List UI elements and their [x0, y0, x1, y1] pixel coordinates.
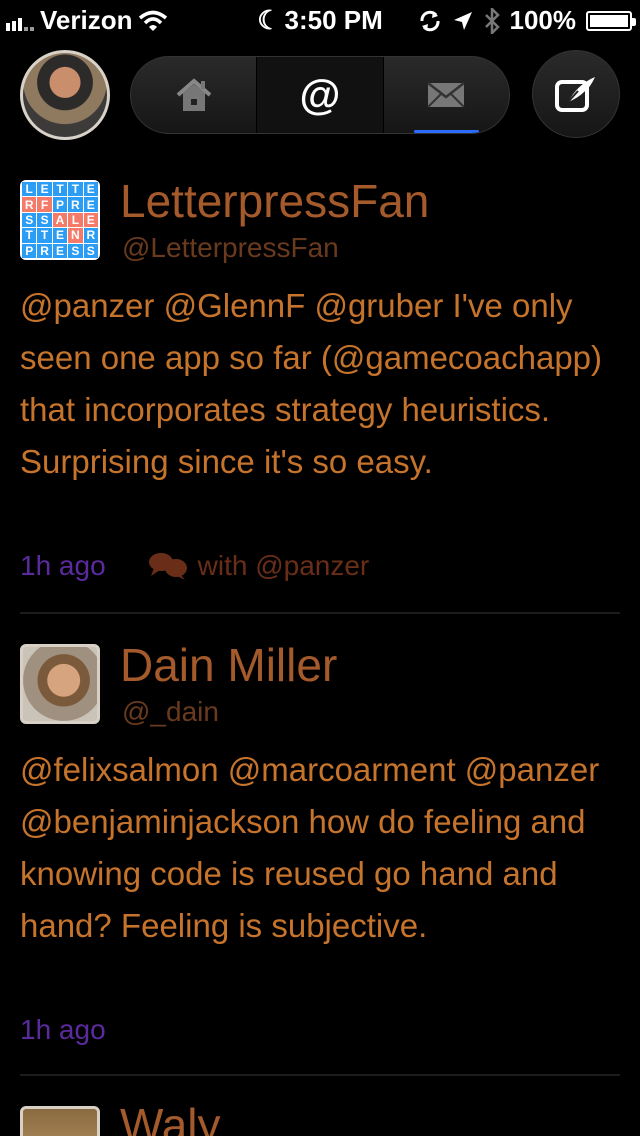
moon-icon: ☾: [257, 5, 281, 35]
logo-tile: R: [83, 228, 98, 243]
battery-percent: 100%: [509, 5, 577, 35]
tweet-author-name[interactable]: Waly: [120, 1098, 221, 1136]
tweet-text: @felixsalmon @marcoarment @panzer @benja…: [20, 751, 600, 944]
tab-messages[interactable]: [384, 57, 509, 133]
battery-icon: [586, 10, 636, 31]
logo-tile: S: [68, 243, 83, 258]
tweet-avatar[interactable]: [20, 644, 100, 724]
tweet-meta: 1h ago with @panzer: [20, 550, 369, 582]
account-avatar[interactable]: [20, 50, 110, 140]
bluetooth-icon: [484, 7, 500, 34]
tweet-text: @panzer @GlennF @gruber I've only seen o…: [20, 287, 603, 480]
house-icon: [176, 78, 211, 111]
logo-tile: S: [37, 212, 52, 228]
logo-tile: E: [83, 182, 98, 197]
logo-tile: E: [52, 228, 68, 243]
tweet-avatar[interactable]: [20, 1106, 100, 1136]
logo-tile: L: [68, 212, 83, 228]
tweet-author-handle[interactable]: @LetterpressFan: [122, 232, 339, 264]
top-navigation: @: [0, 48, 640, 144]
logo-tile: E: [52, 243, 68, 258]
logo-tile: R: [22, 197, 37, 212]
conversation-link[interactable]: with @panzer: [148, 550, 370, 582]
logo-tile: E: [37, 182, 52, 197]
tweet-timestamp[interactable]: 1h ago: [20, 550, 106, 582]
logo-tile: A: [52, 212, 68, 228]
logo-tile: S: [83, 243, 98, 258]
logo-tile: T: [37, 228, 52, 243]
timeline-tab-bar: @: [130, 56, 510, 134]
clock: 3:50 PM: [284, 5, 383, 35]
logo-tile: L: [22, 182, 37, 197]
sync-icon: [419, 10, 440, 31]
logo-tile: N: [68, 228, 83, 243]
tweet-author-name[interactable]: LetterpressFan: [120, 174, 429, 228]
logo-tile: E: [83, 197, 98, 212]
tweet-timestamp[interactable]: 1h ago: [20, 1014, 106, 1046]
logo-tile: R: [37, 243, 52, 258]
logo-tile: P: [22, 243, 37, 258]
letterpress-logo: LETTERFPRESSALETTENRPRESS: [20, 180, 100, 260]
tweet-meta: 1h ago: [20, 1014, 106, 1046]
tab-mentions[interactable]: @: [257, 57, 384, 133]
status-bar: Verizon ☾ 3:50 PM 100%: [0, 0, 640, 40]
tweet-divider: [20, 612, 620, 614]
logo-tile: R: [68, 197, 83, 212]
tweet-divider: [20, 1074, 620, 1076]
logo-tile: P: [52, 197, 68, 212]
logo-tile: T: [22, 228, 37, 243]
logo-tile: S: [22, 212, 37, 228]
tweet-author-handle[interactable]: @_dain: [122, 696, 219, 728]
new-message-indicator: [413, 130, 479, 133]
conversation-bubbles-icon: [148, 553, 187, 580]
logo-tile: F: [37, 197, 52, 212]
tab-home[interactable]: [131, 57, 258, 133]
compose-icon: [555, 77, 595, 112]
envelope-icon: [427, 82, 466, 108]
location-arrow-icon: [453, 11, 472, 30]
compose-button[interactable]: [532, 50, 620, 138]
at-sign-label: @: [299, 71, 341, 118]
logo-tile: T: [68, 182, 83, 197]
conversation-label: with @panzer: [197, 550, 370, 581]
tweet-author-name[interactable]: Dain Miller: [120, 638, 337, 692]
tweet-avatar[interactable]: LETTERFPRESSALETTENRPRESS: [20, 180, 100, 260]
logo-tile: E: [83, 212, 98, 228]
logo-tile: T: [52, 182, 68, 197]
